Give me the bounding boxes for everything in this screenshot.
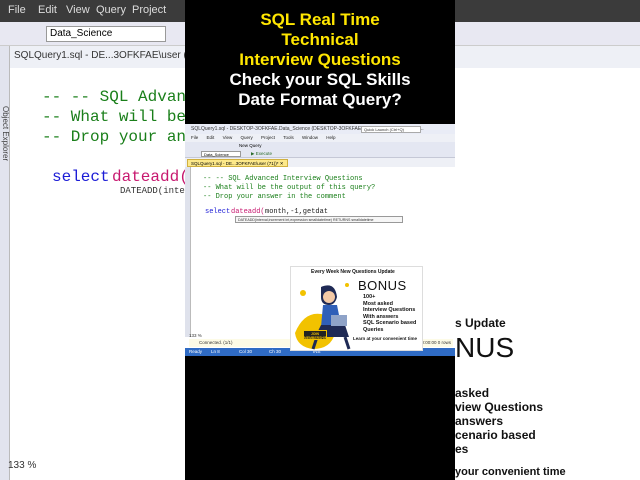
ssms-window: SQLQuery1.sql - DESKTOP-3OFKFAE.Data_Sci… bbox=[185, 124, 455, 356]
bonus-title: BONUS bbox=[358, 278, 407, 293]
bg-code-line: -- What will be bbox=[42, 108, 187, 126]
bg-code-line: -- Drop your an bbox=[42, 128, 187, 146]
join-membership-button[interactable]: JOIN MEMBERSHIP bbox=[303, 330, 327, 340]
bg-right-text: answers bbox=[455, 414, 504, 428]
bg-right-text: asked bbox=[455, 386, 490, 400]
join-membership-label: MEMBERSHIP bbox=[304, 336, 327, 340]
new-query-button[interactable]: New Query bbox=[239, 143, 262, 148]
bg-menu-item: Project bbox=[132, 4, 167, 16]
sql-toolbar: Data_Science ▶ Execute bbox=[185, 150, 455, 158]
query-document-tab[interactable]: SQLQuery1.sql - DE...3OFKFAE\user (71))*… bbox=[187, 159, 288, 167]
bg-select-keyword: select bbox=[52, 168, 110, 186]
query-time: 00:00:00 0 rows bbox=[418, 340, 451, 345]
bg-right-text: NUS bbox=[455, 332, 515, 363]
code-comment-line: -- Drop your answer in the comment bbox=[203, 193, 346, 201]
bg-database-select: Data_Science bbox=[46, 26, 166, 42]
headline-line: Technical bbox=[281, 30, 359, 49]
status-line: Ln 8 bbox=[211, 349, 220, 354]
code-comment-line: -- -- SQL Advanced Interview Questions bbox=[203, 175, 363, 183]
menu-window[interactable]: Window bbox=[302, 135, 318, 140]
menu-project[interactable]: Project bbox=[261, 135, 275, 140]
database-select[interactable]: Data_Science bbox=[201, 151, 241, 157]
bg-code-line: -- -- SQL Advanc bbox=[42, 88, 196, 106]
video-frame: SQL Real Time Technical Interview Questi… bbox=[185, 0, 455, 480]
intellisense-tooltip: DATEADD(interval,increment int,expressio… bbox=[235, 216, 403, 223]
menu-view[interactable]: View bbox=[223, 135, 233, 140]
bonus-item: SQL Scenario based bbox=[363, 320, 417, 326]
bg-right-text: es bbox=[455, 442, 469, 456]
menu-help[interactable]: Help bbox=[326, 135, 335, 140]
bg-menu-item: Query bbox=[96, 4, 126, 16]
code-comment-line: -- What will be the output of this query… bbox=[203, 184, 376, 192]
status-char: Ch 30 bbox=[269, 349, 282, 354]
bg-menu-item: Edit bbox=[38, 4, 57, 16]
bg-right-text: view Questions bbox=[455, 400, 544, 414]
bonus-promo-card: Every Week New Questions Update BONUS 10… bbox=[290, 266, 423, 351]
bg-right-text: your convenient time bbox=[455, 466, 566, 478]
headline-line: SQL Real Time bbox=[260, 10, 380, 29]
menu-edit[interactable]: Edit bbox=[207, 135, 215, 140]
status-column: Col 30 bbox=[239, 349, 253, 354]
menu-file[interactable]: File bbox=[191, 135, 198, 140]
connection-status: Connected. (1/1) bbox=[199, 340, 233, 345]
bonus-item: Queries bbox=[363, 326, 384, 333]
background-editor: -- -- SQL Advanc -- What will be -- Drop… bbox=[12, 70, 196, 460]
standard-toolbar: New Query bbox=[185, 142, 455, 150]
headline: SQL Real Time Technical Interview Questi… bbox=[185, 10, 455, 110]
bg-zoom-level: 133 % bbox=[8, 460, 37, 471]
headline-line: Interview Questions bbox=[239, 50, 401, 69]
document-tabstrip: SQLQuery1.sql - DE...3OFKFAE\user (71))*… bbox=[185, 158, 455, 167]
headline-line: Check your SQL Skills bbox=[229, 70, 411, 89]
background-sidebar: Object Explorer bbox=[0, 46, 10, 480]
window-menubar: File Edit View Query Project Tools Windo… bbox=[185, 134, 455, 142]
bg-right-text: s Update bbox=[455, 316, 506, 330]
quick-launch-input[interactable]: Quick Launch (Ctrl+Q) bbox=[361, 126, 421, 133]
status-ready: Ready bbox=[189, 349, 203, 354]
bonus-item-list: 100+ Most asked Interview Questions With… bbox=[363, 294, 416, 333]
bg-menu-item: File bbox=[8, 4, 26, 16]
dateadd-function: dateadd( bbox=[231, 208, 265, 216]
dateadd-arguments: month,-1,getdat bbox=[265, 208, 329, 216]
headline-line: Date Format Query? bbox=[238, 90, 402, 109]
bg-sidebar-label: Object Explorer bbox=[1, 106, 10, 162]
bg-select-function: dateadd( bbox=[112, 168, 189, 186]
bg-menu-item: View bbox=[66, 4, 90, 16]
window-titlebar: SQLQuery1.sql - DESKTOP-3OFKFAE.Data_Sci… bbox=[185, 124, 455, 134]
bonus-footer: Learn at your convenient time bbox=[353, 336, 418, 341]
bonus-item: Interview Questions bbox=[363, 307, 416, 313]
menu-tools[interactable]: Tools bbox=[283, 135, 294, 140]
execute-button[interactable]: ▶ Execute bbox=[251, 151, 272, 157]
bg-right-text: cenario based bbox=[455, 428, 536, 442]
object-explorer-collapsed[interactable] bbox=[185, 167, 191, 337]
menu-query[interactable]: Query bbox=[241, 135, 253, 140]
bg-document-tab: SQLQuery1.sql - DE...3OFKFAE\user (71))* bbox=[14, 50, 209, 61]
zoom-level[interactable]: 133 % bbox=[189, 333, 202, 338]
select-keyword: select bbox=[205, 208, 231, 216]
